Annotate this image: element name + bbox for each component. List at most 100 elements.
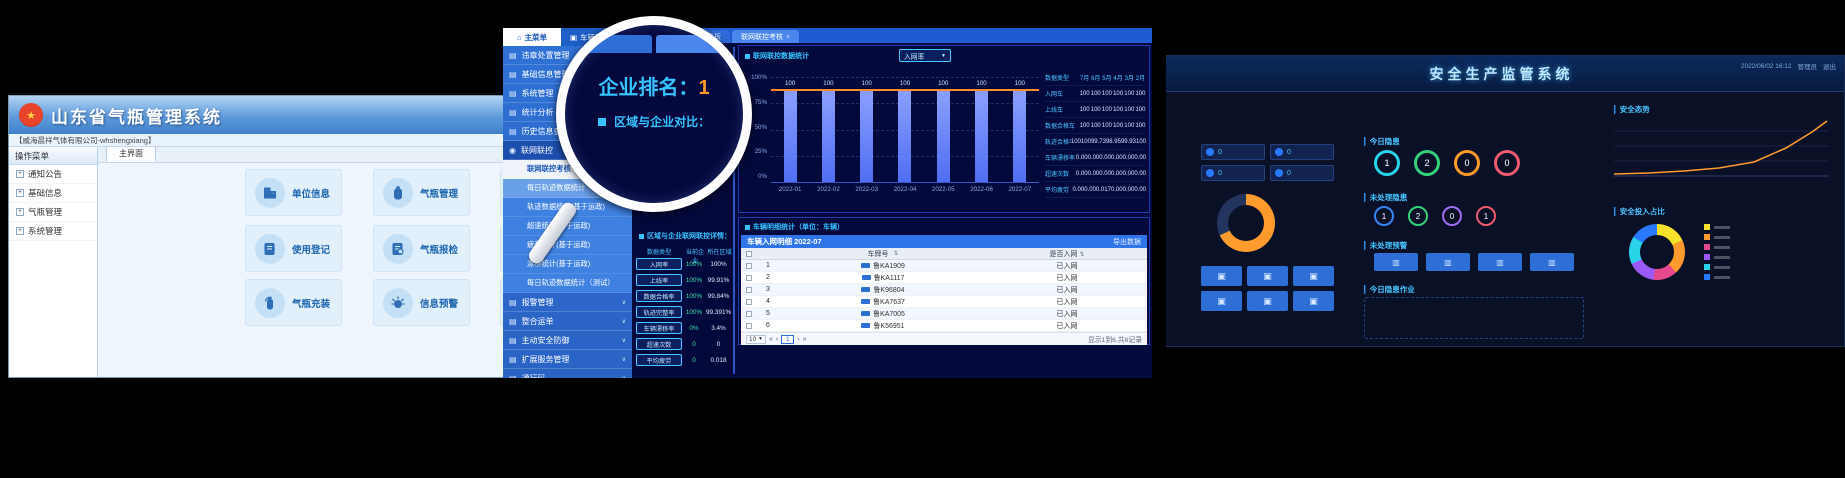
tile-usage-register[interactable]: 使用登记 [245, 225, 342, 272]
expand-plus-icon[interactable]: + [16, 189, 24, 197]
data-type-button[interactable]: 轨迹完整率 [636, 306, 682, 318]
stats-row: 上线车 100100100100100100 [1045, 102, 1146, 118]
page-size-select[interactable]: 10▼ [746, 335, 766, 344]
first-page-button[interactable]: « [769, 336, 773, 343]
chevron-down-icon: ∨ [622, 375, 626, 379]
stats-row-label: 车辆漂移率 [1045, 153, 1076, 162]
unhandled-circle: 1 [1374, 206, 1394, 226]
tile-alerts[interactable]: 信息预警 [373, 279, 470, 326]
sidebar-menu-bottom: ▤ 报警管理 ∨ ▤ 整合运单 ∨ ▤ 主动安全防御 ∨ ▤ 扩展服务管理 ∨ … [503, 293, 632, 378]
logout-button[interactable]: 退出 [1823, 61, 1836, 71]
bar-column: 100 2022-01 [775, 77, 805, 182]
tab-main-menu[interactable]: ⌂ 主菜单 [503, 28, 561, 46]
table-row[interactable]: 6 鲁K56951 已入网 [741, 320, 1147, 332]
legend-swatch [1704, 274, 1710, 280]
alert-tile[interactable] [1478, 253, 1522, 271]
app-button[interactable] [1201, 266, 1242, 286]
table-row[interactable]: 3 鲁K96804 已入网 [741, 284, 1147, 296]
app-button[interactable] [1247, 266, 1288, 286]
detail-row: 上线率 100% 99.91% [635, 272, 732, 288]
sidebar-item[interactable]: ▤ 通行码 ∨ [503, 369, 632, 378]
alert-tile[interactable] [1426, 253, 1470, 271]
orange-donut-chart [1217, 194, 1275, 252]
app-button[interactable] [1201, 291, 1242, 311]
row-checkbox[interactable] [746, 311, 752, 317]
last-page-button[interactable]: » [803, 336, 807, 343]
detail-row: 轨迹完整率 100% 99.391% [635, 304, 732, 320]
data-type-button[interactable]: 入网率 [636, 258, 682, 270]
sidebar-subitem[interactable]: 漂移统计(基于运政) [503, 255, 632, 274]
bar-column: 100 2022-03 [852, 77, 882, 182]
select-all-checkbox[interactable] [746, 251, 752, 257]
alert-tile[interactable] [1374, 253, 1418, 271]
x-tick-label: 2022-03 [855, 186, 878, 193]
stats-value: 100 [1124, 107, 1135, 113]
legend-label-placeholder [1714, 256, 1730, 259]
app-button[interactable] [1293, 291, 1334, 311]
data-type-button[interactable]: 平均疲劳 [636, 354, 682, 366]
tile-cylinder-mgmt[interactable]: 气瓶管理 [373, 169, 470, 216]
plate-column-header[interactable]: 车牌号 [779, 249, 987, 259]
sidebar-item[interactable]: ▤ 整合运单 ∨ [503, 312, 632, 331]
current-page-input[interactable]: 1 [781, 335, 794, 344]
bar-column: 100 2022-04 [890, 77, 920, 182]
sidebar-item[interactable]: ▤ 主动安全防御 ∨ [503, 331, 632, 350]
stats-value: 0.00 [1099, 155, 1111, 161]
tile-filling[interactable]: 气瓶充装 [245, 279, 342, 326]
next-page-button[interactable]: › [797, 336, 799, 343]
alert-tile[interactable] [1530, 253, 1574, 271]
export-button[interactable]: 导出数据 [1113, 237, 1141, 247]
row-checkbox[interactable] [746, 287, 752, 293]
menu-icon: ▤ [509, 89, 517, 98]
stat-chip: 0 [1201, 144, 1265, 160]
table-row[interactable]: 2 鲁KA1117 已入网 [741, 272, 1147, 284]
data-type-button[interactable]: 上线率 [636, 274, 682, 286]
sidebar-item[interactable]: + 系统管理 [9, 222, 97, 241]
sidebar-item[interactable]: + 基础信息 [9, 184, 97, 203]
prev-page-button[interactable]: ‹ [776, 336, 778, 343]
stats-value: 100 [1113, 107, 1124, 113]
sidebar-item[interactable]: + 气瓶管理 [9, 203, 97, 222]
caret-down-icon: ▼ [941, 53, 946, 59]
status-column-header[interactable]: 是否入网 [987, 249, 1147, 259]
expand-plus-icon[interactable]: + [16, 170, 24, 178]
section-safety-trend: 安全态势 [1614, 104, 1650, 115]
bar [898, 90, 911, 182]
tab-main-screen[interactable]: 主界面 [106, 147, 156, 162]
data-type-button[interactable]: 车辆漂移率 [636, 322, 682, 334]
stat-chip: 0 [1270, 144, 1334, 160]
row-checkbox[interactable] [746, 299, 752, 305]
stats-value: 100 [1135, 91, 1146, 97]
row-checkbox[interactable] [746, 263, 752, 269]
expand-plus-icon[interactable]: + [16, 208, 24, 216]
bar-value-label: 100 [785, 80, 795, 87]
sidebar-subitem[interactable]: 疲劳统计(基于运政) [503, 236, 632, 255]
metric-select[interactable]: 入网率▼ [899, 49, 951, 62]
sidebar-item[interactable]: + 通知公告 [9, 165, 97, 184]
tile-inspection[interactable]: 气瓶报检 [373, 225, 470, 272]
sidebar-subitem[interactable]: 每日轨迹数据统计（测试） [503, 274, 632, 293]
network-stats-panel: 联网联控数据统计 入网率▼ 100%75%50%25%0% 100 [738, 45, 1150, 213]
app-button[interactable] [1293, 266, 1334, 286]
tile-unit-info[interactable]: 单位信息 [245, 169, 342, 216]
hazard-circle: 0 [1494, 150, 1520, 176]
plate-number: 鲁KA7005 [873, 309, 905, 319]
data-type-button[interactable]: 数据合格率 [636, 290, 682, 302]
stat-chip: 0 [1201, 165, 1265, 181]
expand-plus-icon[interactable]: + [16, 227, 24, 235]
app-button[interactable] [1247, 291, 1288, 311]
app-title: 山东省气瓶管理系统 [51, 103, 222, 128]
tab-network-assessment[interactable]: 联网联控考核× [732, 30, 799, 43]
table-row[interactable]: 1 鲁KA1909 已入网 [741, 260, 1147, 272]
pagination-bar: 10▼ « ‹ 1 › » 显示1到6,共6记录 [741, 332, 1147, 345]
hazard-circle: 1 [1374, 150, 1400, 176]
row-checkbox[interactable] [746, 323, 752, 329]
table-row[interactable]: 5 鲁KA7005 已入网 [741, 308, 1147, 320]
row-index: 2 [757, 274, 779, 281]
table-row[interactable]: 4 鲁KA7637 已入网 [741, 296, 1147, 308]
close-icon[interactable]: × [786, 34, 790, 41]
row-checkbox[interactable] [746, 275, 752, 281]
sidebar-item[interactable]: ▤ 报警管理 ∨ [503, 293, 632, 312]
sidebar-item[interactable]: ▤ 扩展服务管理 ∨ [503, 350, 632, 369]
data-type-button[interactable]: 超速次数 [636, 338, 682, 350]
